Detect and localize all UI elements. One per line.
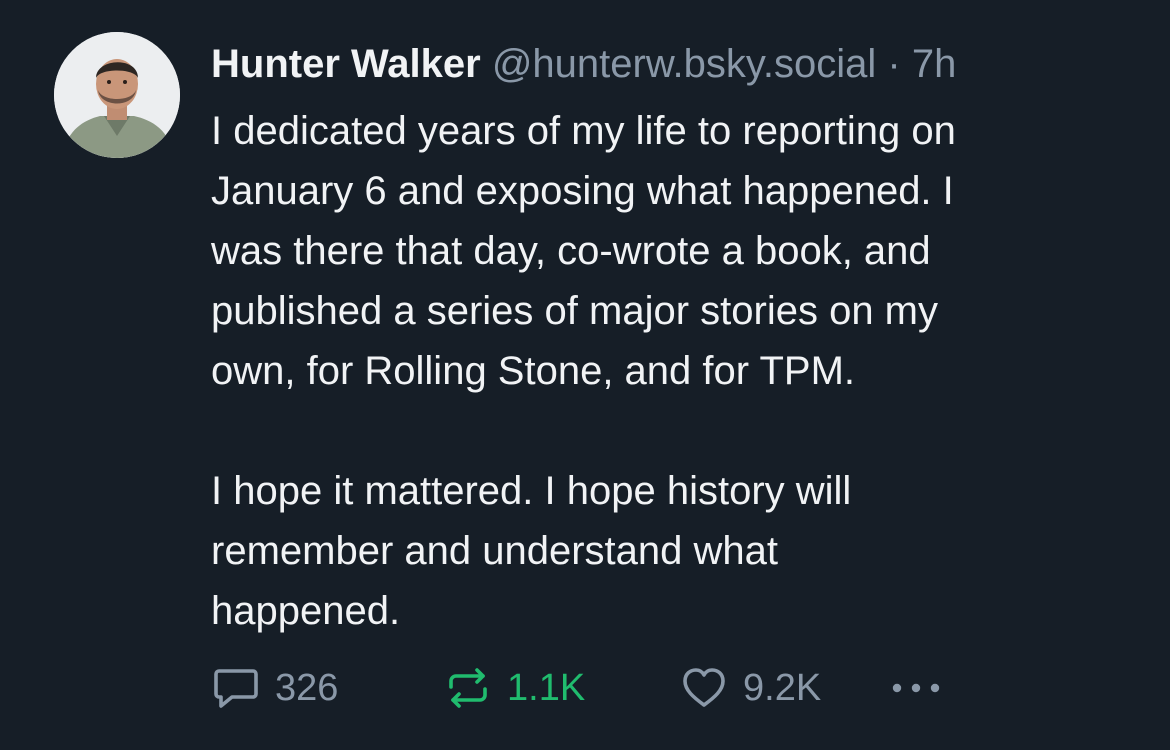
post-timestamp[interactable]: 7h xyxy=(912,42,957,86)
post-paragraph: I hope it mattered. I hope history will … xyxy=(211,469,852,633)
like-count: 9.2K xyxy=(743,666,822,709)
repost-button[interactable]: 1.1K xyxy=(443,660,585,716)
profile-photo-icon xyxy=(54,32,180,158)
post-actions: 326 1.1K 9.2K xyxy=(211,660,971,716)
repost-icon xyxy=(449,668,487,708)
reply-count: 326 xyxy=(275,666,339,709)
display-name[interactable]: Hunter Walker xyxy=(211,42,481,86)
post-header: Hunter Walker @hunterw.bsky.social · 7h xyxy=(211,38,956,90)
comment-icon xyxy=(214,669,258,708)
repost-count: 1.1K xyxy=(507,666,586,709)
post-body: I dedicated years of my life to reportin… xyxy=(211,101,1151,641)
header-separator: · xyxy=(887,42,901,86)
reply-button[interactable]: 326 xyxy=(211,660,338,716)
post-paragraph: I dedicated years of my life to reportin… xyxy=(211,109,956,393)
author-handle[interactable]: @hunterw.bsky.social xyxy=(492,42,876,86)
post-card: Hunter Walker @hunterw.bsky.social · 7h … xyxy=(0,0,1170,750)
more-icon xyxy=(892,683,940,693)
heart-icon xyxy=(683,668,725,707)
avatar[interactable] xyxy=(54,32,180,158)
more-options-button[interactable] xyxy=(887,660,947,716)
like-button[interactable]: 9.2K xyxy=(679,660,821,716)
